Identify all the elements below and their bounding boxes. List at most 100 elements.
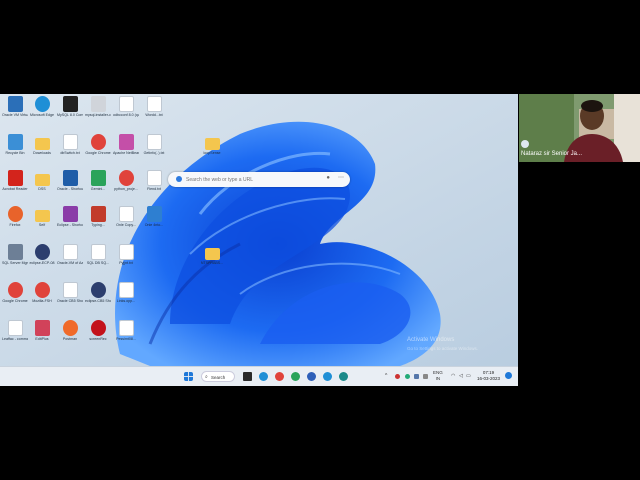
app-icon [7, 244, 23, 260]
desktop-icon-label: Google Chrome [2, 299, 28, 303]
tray-app-icon-4[interactable] [423, 374, 428, 379]
battery-icon[interactable]: ▭ [466, 373, 471, 379]
desktop-icon[interactable]: SQL Server Mgmt Studio [2, 244, 28, 265]
folder-icon [34, 174, 50, 186]
volume-icon[interactable]: ◁ [459, 373, 463, 379]
desktop-icon-label: python_proje... [114, 187, 138, 191]
desktop-icon[interactable]: Self [29, 206, 55, 227]
taskbar-green-app-icon[interactable] [291, 372, 300, 381]
desktop-icon[interactable]: python_proje... [113, 170, 139, 191]
desktop-icon-label: Onle 4nto... [144, 223, 164, 227]
tray-chevron-icon[interactable]: ^ [385, 373, 387, 379]
file-icon [118, 206, 134, 222]
desktop-icon[interactable]: Pyjjnt.txt [113, 244, 139, 265]
desktop-icon[interactable]: MySQL 8.0 Command... [57, 96, 83, 117]
desktop-icon[interactable]: loopSense [199, 134, 225, 155]
desktop-icon[interactable]: Onle Copy... [113, 206, 139, 227]
tray-app-icon-3[interactable] [414, 374, 419, 379]
language-indicator[interactable]: ENG IN [433, 370, 443, 382]
desktop-icon[interactable]: Oracle-VM of Azure Ess... [57, 244, 83, 265]
taskbar-chrome-icon[interactable] [275, 372, 284, 381]
desktop-icon[interactable]: Oracle CB5 Shortcut [57, 282, 83, 303]
tray-app-icon[interactable] [395, 374, 400, 379]
more-options-icon[interactable]: ⋯ [338, 174, 344, 181]
folder-icon [204, 248, 220, 260]
app-icon [34, 282, 50, 298]
taskbar-teal-app-icon[interactable] [339, 372, 348, 381]
desktop-icon[interactable]: Google Chrome [85, 134, 111, 155]
desktop-icon-label: Links.opp... [116, 299, 136, 303]
desktop-icon[interactable]: EditPlus [29, 320, 55, 341]
desktop-icon[interactable]: odbcconf 8.0 (query) [113, 96, 139, 117]
search-input[interactable] [186, 174, 316, 185]
desktop-icon[interactable]: Eclipse - Shortcut [57, 206, 83, 227]
wifi-icon[interactable]: ◠ [451, 373, 455, 379]
desktop-icon-label: Mozilla-FSH [32, 299, 52, 303]
taskbar-edge-2-icon[interactable] [323, 372, 332, 381]
desktop-icon[interactable]: Onle 4nto... [141, 206, 167, 227]
app-icon [34, 244, 50, 260]
notification-icon[interactable] [505, 372, 512, 379]
desktop-icon[interactable]: eclipse-ECP-08 [29, 244, 55, 265]
desktop-icon-label: MySQL 8.0 Command... [57, 113, 83, 117]
desktop-icon-label: Apache NetBeans IDE [113, 151, 139, 155]
file-icon [7, 320, 23, 336]
desktop-icon-label: Gemini... [90, 187, 106, 191]
desktop-icon[interactable]: DSS [29, 170, 55, 191]
desktop-icon[interactable]: Wordd...txt [141, 96, 167, 117]
activate-windows-hint: Go to Settings to activate Windows. [407, 346, 479, 351]
desktop-icon-label: Google Chrome [85, 151, 111, 155]
desktop-icon[interactable]: Gemini... [85, 170, 111, 191]
desktop-icon-label: Postman [62, 337, 78, 341]
desktop-icon[interactable]: Postman [57, 320, 83, 341]
desktop-icon[interactable]: Mozilla-FSH [29, 282, 55, 303]
desktop-icon[interactable]: eclipse-CB5 Shortcut [85, 282, 111, 303]
desktop-icon[interactable]: NTSPRABS... [199, 244, 225, 265]
desktop-icon-label: SQL DB SQ... [86, 261, 110, 265]
desktop-icon[interactable]: dbSwitch.txt [57, 134, 83, 155]
app-icon [7, 96, 23, 112]
desktop-icon-label: Oracle CB5 Shortcut [57, 299, 83, 303]
desktop-icon-label: Leaffac - commander [2, 337, 28, 341]
desktop-icon[interactable]: Apache NetBeans IDE [113, 134, 139, 155]
app-icon [146, 206, 162, 222]
app-icon [90, 206, 106, 222]
desktop-icon[interactable]: Links.opp... [113, 282, 139, 303]
desktop-icon[interactable]: Fiend.txt [141, 170, 167, 191]
participant-video-tile[interactable]: Nataraz sir Senior Ja... [519, 94, 640, 162]
activate-windows-watermark: Activate Windows [407, 337, 455, 343]
desktop-icon[interactable]: Microsoft Edge [29, 96, 55, 117]
windows-start-icon[interactable] [184, 372, 193, 381]
desktop-icon-label: Getinfo(..).txt [143, 151, 165, 155]
desktop-icon[interactable]: Downloads [29, 134, 55, 155]
desktop-icon[interactable]: Getinfo(..).txt [141, 134, 167, 155]
file-icon [118, 282, 134, 298]
tray-app-icon-2[interactable] [405, 374, 410, 379]
desktop-icon[interactable]: screenRec [85, 320, 111, 341]
desktop-icon[interactable]: Acrobat Reader [2, 170, 28, 191]
desktop-icon[interactable]: Leaffac - commander [2, 320, 28, 341]
desktop-icon[interactable]: mysql-installer-community [85, 96, 111, 117]
desktop-icon[interactable]: Typing... [85, 206, 111, 227]
desktop-icon[interactable]: Oracle VM VirtualBox [2, 96, 28, 117]
desktop-icon-label: Oracle - Shortcut [57, 187, 83, 191]
desktop-icon-label: DSS [38, 187, 46, 191]
file-icon [90, 244, 106, 260]
desktop-icon[interactable]: Google Chrome [2, 282, 28, 303]
app-icon [118, 134, 134, 150]
browser-search-bar[interactable]: ● ⋯ [168, 172, 350, 187]
system-clock[interactable]: 07:19 16-03-2023 [477, 370, 500, 382]
app-icon [90, 96, 106, 112]
mic-icon[interactable]: ● [326, 175, 330, 181]
taskbar-search-button[interactable]: ⌕ Search [201, 371, 235, 382]
taskbar-task-view-icon[interactable] [243, 372, 252, 381]
desktop-icon-label: Oracle VM VirtualBox [2, 113, 28, 117]
desktop-icon[interactable]: SQL DB SQ... [85, 244, 111, 265]
taskbar-edge-icon[interactable] [259, 372, 268, 381]
file-icon [62, 134, 78, 150]
desktop-icon[interactable]: Oracle - Shortcut [57, 170, 83, 191]
desktop-icon[interactable]: Recycle Bin [2, 134, 28, 155]
desktop-icon[interactable]: Pessimt08... [113, 320, 139, 341]
taskbar-blue-app-icon[interactable] [307, 372, 316, 381]
desktop-icon[interactable]: Firefox [2, 206, 28, 227]
